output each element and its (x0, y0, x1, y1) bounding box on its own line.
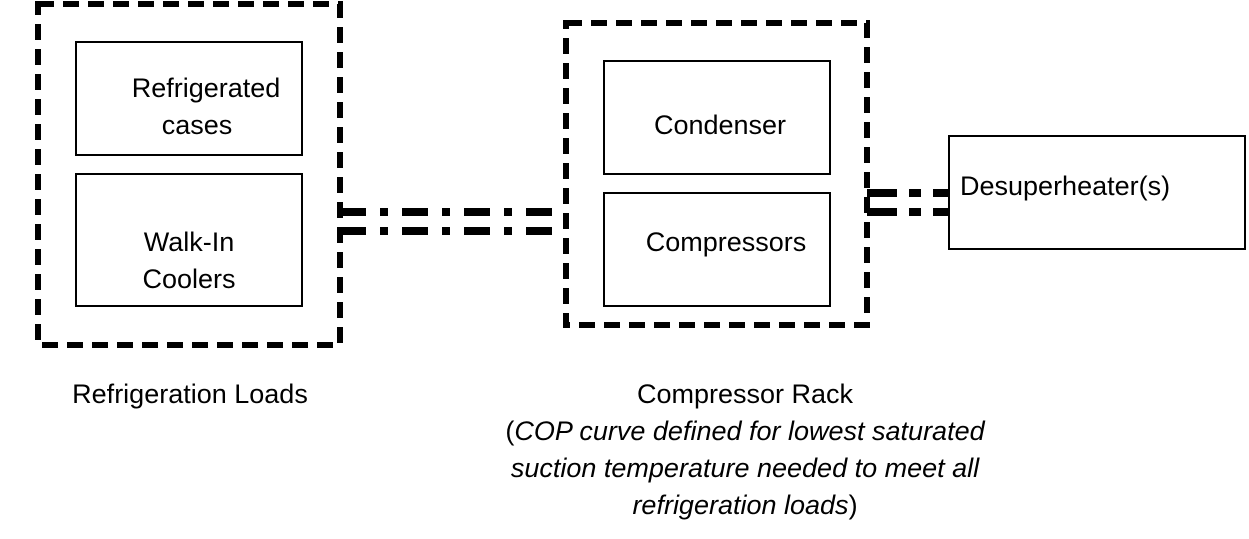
refrigerated-cases-label: Refrigerated cases (106, 70, 306, 144)
walk-in-coolers-line2: Coolers (142, 264, 236, 294)
compressor-rack-title: Compressor Rack (636, 379, 854, 409)
refrigeration-loads-caption: Refrigeration Loads (72, 379, 308, 409)
compressor-rack-caption: Compressor Rack (COP curve defined for l… (440, 376, 1050, 524)
note-close-paren: ) (848, 490, 858, 520)
walk-in-coolers-line1: Walk-In (143, 227, 235, 257)
condenser-label: Condenser (653, 110, 787, 140)
compressor-rack-note-line1: (COP curve defined for lowest saturated (440, 413, 1050, 450)
compressors-label: Compressors (645, 227, 807, 257)
walk-in-coolers-label: Walk-In Coolers (76, 224, 302, 298)
note-text-line1: COP curve defined for lowest saturated (514, 416, 985, 446)
note-text-line3: refrigeration loads (632, 490, 849, 520)
compressor-rack-note-line3: refrigeration loads) (440, 487, 1050, 524)
refrigerated-cases-line1: Refrigerated (131, 73, 281, 103)
desuperheater-label: Desuperheater(s) (960, 171, 1171, 201)
refrigerated-cases-line2: cases (161, 110, 233, 140)
compressor-rack-note-line2: suction temperature needed to meet all (510, 453, 980, 483)
